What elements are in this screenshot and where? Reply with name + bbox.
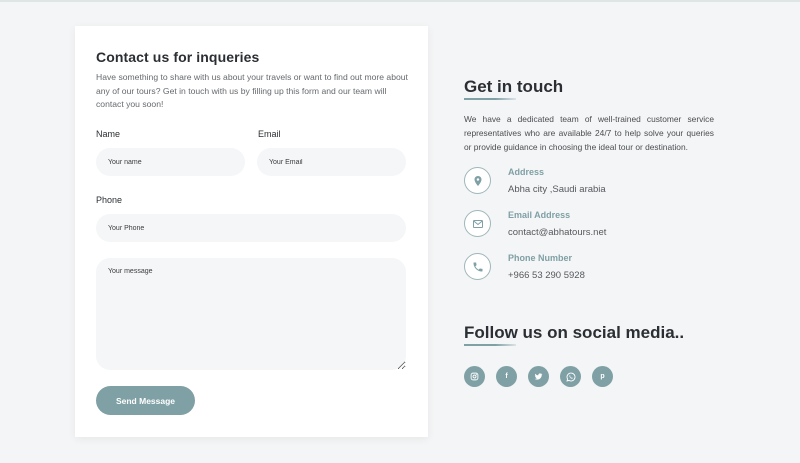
get-in-touch-underline xyxy=(464,98,516,100)
top-divider xyxy=(0,0,800,2)
email-label: Email xyxy=(258,129,281,139)
facebook-icon[interactable]: f xyxy=(496,366,517,387)
name-label: Name xyxy=(96,129,121,139)
form-description: Have something to share with us about yo… xyxy=(96,72,408,110)
get-in-touch-title: Get in touch xyxy=(464,77,564,96)
twitter-icon[interactable] xyxy=(528,366,549,387)
message-textarea[interactable] xyxy=(96,258,406,370)
phone-input[interactable] xyxy=(96,214,406,242)
location-pin-icon xyxy=(464,167,491,194)
email-input[interactable] xyxy=(257,148,406,176)
name-input[interactable] xyxy=(96,148,245,176)
contact-intro: We have a dedicated team of well-trained… xyxy=(464,114,714,152)
social-underline xyxy=(464,344,516,346)
phone-icon xyxy=(464,253,491,280)
pinterest-icon[interactable]: p xyxy=(592,366,613,387)
envelope-icon xyxy=(464,210,491,237)
address-value: Abha city ,Saudi arabia xyxy=(508,184,606,195)
contact-form-card: Contact us for inqueries Have something … xyxy=(75,26,428,437)
form-title: Contact us for inqueries xyxy=(96,49,260,65)
send-message-button[interactable]: Send Message xyxy=(96,386,195,415)
phone-label: Phone xyxy=(96,195,123,205)
email-title: Email Address xyxy=(508,210,571,220)
facebook-glyph: f xyxy=(505,373,508,380)
address-title: Address xyxy=(508,167,545,177)
social-title: Follow us on social media.. xyxy=(464,323,685,342)
phone-value[interactable]: +966 53 290 5928 xyxy=(508,270,585,281)
pinterest-glyph: p xyxy=(600,373,605,380)
instagram-icon[interactable] xyxy=(464,366,485,387)
phone-title: Phone Number xyxy=(508,253,573,263)
whatsapp-icon[interactable] xyxy=(560,366,581,387)
email-value[interactable]: contact@abhatours.net xyxy=(508,227,606,238)
